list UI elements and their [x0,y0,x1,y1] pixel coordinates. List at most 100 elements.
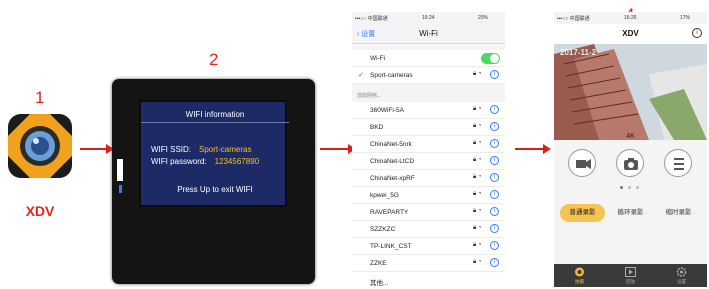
step-number-1: 1 [35,88,45,107]
status-led [119,185,122,193]
network-row[interactable]: ZZKE 🔒︎ ◔ i [352,255,505,272]
xdv-app-screen: •••○○ 中国联通 16:26 17% XDV i 2017-11-2 4K [554,12,707,287]
network-name: 其他... [370,280,389,287]
network-name: RAVEPARTY [370,209,409,216]
password-label: WIFI password: [151,157,207,166]
tab-settings[interactable]: 设置 [656,264,707,287]
network-name: TP-LINK_CST [370,243,412,250]
connected-network-name: Sport-cameras [370,72,413,79]
network-name: ChinaNet-xpRF [370,175,415,182]
clock: 16:26 [624,15,637,21]
lock-wifi-icon: 🔒︎ ◔ [473,259,482,265]
checkmark-icon: ✓ [358,72,364,79]
lock-wifi-icon: 🔒︎ ◔ [473,208,482,214]
info-icon[interactable]: i [490,105,499,114]
page-title: XDV [622,29,639,38]
action-camera: WIFI information WIFI SSID: Sport-cameras… [112,79,315,284]
info-icon[interactable]: i [490,122,499,131]
lock-wifi-icon: 🔒︎ ◔ [473,242,482,248]
info-icon[interactable]: i [490,224,499,233]
mode-timelapse-record[interactable]: 缩时录影 [656,204,701,222]
wifi-settings-screen: •••○○ 中国联通 16:24 20% ‹ 设置 Wi-Fi Wi-Fi ✓ … [352,12,505,287]
camera-screen: WIFI information WIFI SSID: Sport-cameras… [139,100,289,207]
tab-label: 回放 [626,279,635,284]
section-header: 选取网络... [357,93,382,99]
password-row: WIFI password: 1234567890 [151,157,259,166]
lock-wifi-icon: 🔒︎ ◔ [473,123,482,129]
nav-bar: XDV i [554,24,707,44]
info-icon[interactable]: i [490,207,499,216]
nav-bar: ‹ 设置 Wi-Fi [352,24,505,44]
network-name: 360WiFi-5A [370,107,404,114]
app-name-label: XDV [25,203,55,219]
tab-shoot[interactable]: 拍摄 [554,264,605,287]
network-row[interactable]: SZZKZC 🔒︎ ◔ i [352,221,505,238]
ssid-label: WIFI SSID: [151,145,191,154]
network-row[interactable]: 360WiFi-5A 🔒︎ ◔ i [352,102,505,119]
play-icon [625,267,636,277]
info-icon[interactable]: i [490,173,499,182]
info-icon[interactable]: i [490,258,499,267]
tab-playback[interactable]: 回放 [605,264,656,287]
settings-mode-button[interactable] [664,149,692,177]
wifi-main-block: Wi-Fi ✓ Sport-cameras 🔒︎ ◔ i [352,50,505,84]
tab-bar: 拍摄 回放 设置 [554,264,707,287]
network-name: BKD [370,124,384,131]
battery-level: 17% [680,15,691,21]
network-row[interactable]: BKD 🔒︎ ◔ i [352,119,505,136]
network-row[interactable]: TP-LINK_CST 🔒︎ ◔ i [352,238,505,255]
carrier: •••○○ 中国联通 [557,16,590,22]
network-row[interactable]: RAVEPARTY 🔒︎ ◔ i [352,204,505,221]
menu-grid-icon [674,158,684,170]
network-name: ZZKE [370,260,387,267]
password-value: 1234567890 [214,157,260,166]
exit-instruction: Press Up to exit WIFI [177,185,253,194]
network-name: ChinaNet-5nrk [370,141,412,148]
info-icon[interactable]: i [490,139,499,148]
clock: 16:24 [422,15,435,21]
battery-level: 20% [478,15,489,21]
info-icon[interactable]: i [490,241,499,250]
lock-wifi-icon: 🔒︎ ◔ [473,140,482,146]
photo-mode-button[interactable] [616,149,644,177]
mode-normal-record[interactable]: 普通录影 [560,204,605,222]
network-row[interactable]: kpwei_5G 🔒︎ ◔ i [352,187,505,204]
network-list: 360WiFi-5A 🔒︎ ◔ i BKD 🔒︎ ◔ i ChinaNet-5nrk 🔒︎ ◔… [352,102,505,287]
info-icon[interactable]: i [490,70,499,79]
status-bar: •••○○ 中国联通 16:24 20% [352,12,505,24]
network-row[interactable]: ChinaNet-xpRF 🔒︎ ◔ i [352,170,505,187]
resolution-label: 4K [626,133,635,140]
recording-mode-selector: 普通录影 循环录影 缩时录影 [560,204,701,222]
info-icon[interactable]: i [490,156,499,165]
lock-wifi-icon: 🔒︎ ◔ [473,191,482,197]
info-icon[interactable]: i [692,28,702,38]
ssid-value: Sport-cameras [199,145,252,154]
camera-screen-title: WIFI information [185,110,245,119]
tab-label: 设置 [677,279,686,284]
lock-wifi-icon: 🔒︎ ◔ [473,71,482,77]
live-preview: 2017-11-2 [554,44,707,140]
carrier: •••○○ 中国联通 [355,16,388,22]
wifi-toggle-row: Wi-Fi [352,50,505,67]
camera-button [117,159,123,181]
wifi-toggle[interactable] [481,53,500,64]
network-row[interactable]: ChinaNet-5nrk 🔒︎ ◔ i [352,136,505,153]
network-row[interactable]: ChinaNet-LtCD 🔒︎ ◔ i [352,153,505,170]
network-row[interactable]: 其他... [352,272,505,287]
xdv-app-icon[interactable] [8,114,72,178]
network-name: SZZKZC [370,226,396,233]
video-mode-button[interactable] [568,149,596,177]
divider [141,122,289,123]
network-name: ChinaNet-LtCD [370,158,415,165]
camera-lens-icon [8,114,72,178]
page-indicator [620,186,642,190]
mode-loop-record[interactable]: 循环录影 [608,204,653,222]
video-camera-icon [576,159,591,169]
lock-wifi-icon: 🔒︎ ◔ [473,225,482,231]
camera-icon [575,267,584,277]
connected-network-row[interactable]: ✓ Sport-cameras 🔒︎ ◔ i [352,67,505,84]
camera-icon [624,158,638,170]
network-name: kpwei_5G [370,192,399,199]
info-icon[interactable]: i [490,190,499,199]
tab-label: 拍摄 [575,279,584,284]
